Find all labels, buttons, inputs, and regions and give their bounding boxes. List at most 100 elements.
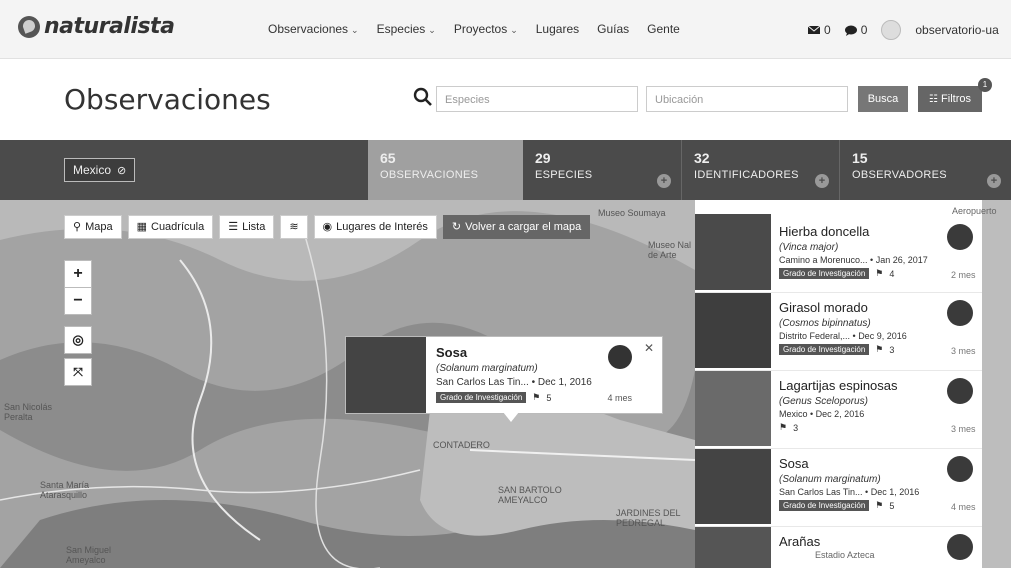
refresh-icon: ↻ [451,221,462,233]
layers-button[interactable]: ≋ [280,215,308,239]
quality-grade-badge: Grado de Investigación [779,344,870,355]
list-item[interactable]: Lagartijas espinosas (Genus Sceloporus) … [695,370,1011,449]
date: Jan 26, 2017 [875,255,928,265]
map-label: Museo Nal de Arte [648,240,692,260]
location-search-input[interactable]: Ubicación [646,86,848,112]
filters-label: Filtros [941,93,971,105]
date: Dec 9, 2016 [858,331,907,341]
quality-grade-badge: Grado de Investigación [779,500,870,511]
plus-icon: + [987,174,1001,188]
places-of-interest-button[interactable]: ◉ Lugares de Interés [313,215,437,239]
notifications-button[interactable]: 0 [844,23,867,37]
map-label: JARDINES DEL PEDREGAL [616,508,681,528]
observations-label: OBSERVACIONES [380,169,479,181]
scientific-name: (Cosmos bipinnatus) [779,318,871,329]
id-tag-icon: ⚑ [875,500,884,510]
grid-icon: ▦ [136,221,147,233]
map-view-button[interactable]: ⚲ Mapa [64,215,122,239]
menu-gente[interactable]: Gente [647,22,680,36]
observation-photo[interactable] [346,337,426,413]
species-count: 29 [535,150,551,166]
common-name[interactable]: Girasol morado [779,300,868,315]
envelope-icon [808,25,820,34]
popup-quality-row: Grado de Investigación ⚑ 5 [436,392,551,403]
logo-icon [18,15,40,38]
chevron-down-icon: ⌄ [351,25,359,35]
map-label: Aeropuerto [952,206,997,216]
list-item[interactable]: Arañas [695,526,1011,568]
user-avatar[interactable] [881,20,902,40]
menu-lugares[interactable]: Lugares [536,22,579,36]
menu-label: Especies [376,22,426,36]
filters-button[interactable]: ☷ Filtros [918,86,982,112]
list-item[interactable]: Hierba doncella (Vinca major) Camino a M… [695,214,1011,293]
map-edge-strip: Aeropuerto [952,200,1011,568]
observer-avatar[interactable] [947,224,973,250]
tool-label: Lugares de Interés [336,221,428,233]
place: Mexico [779,409,808,419]
close-circle-icon[interactable]: ⊘ [117,164,126,177]
list-icon: ☰ [228,221,239,233]
map-pin-icon: ⚲ [73,221,82,233]
popup-date: Dec 1, 2016 [537,377,592,388]
scientific-name: (Vinca major) [779,242,839,253]
list-item[interactable]: Girasol morado (Cosmos bipinnatus) Distr… [695,292,1011,371]
tab-identificadores[interactable]: 32 IDENTIFICADORES + [681,140,839,200]
popup-scientific-name: (Solanum marginatum) [436,363,538,374]
common-name[interactable]: Arañas [779,534,820,549]
grid-view-button[interactable]: ▦ Cuadrícula [127,215,214,239]
popup-common-name[interactable]: Sosa [436,345,467,360]
identifications-count: 3 [793,422,799,433]
date: Dec 1, 2016 [870,487,920,497]
chevron-down-icon: ⌄ [510,25,518,35]
quality-row: ⚑ 3 [779,422,798,433]
common-name[interactable]: Hierba doncella [779,224,869,239]
menu-label: Proyectos [453,22,508,36]
observers-count: 15 [852,150,868,166]
identifications-count: 5 [546,392,552,403]
tab-observaciones[interactable]: 65 OBSERVACIONES [368,140,523,200]
logo[interactable]: naturalista [18,14,175,39]
observer-avatar[interactable] [947,300,973,326]
observer-avatar[interactable] [947,378,973,404]
date: Dec 2, 2016 [815,409,865,419]
quality-grade-badge: Grado de Investigación [779,268,870,279]
list-view-button[interactable]: ☰ Lista [219,215,275,239]
layers-icon: ≋ [289,221,299,233]
place-filter-pill[interactable]: Mexico ⊘ [64,158,136,182]
menu-especies[interactable]: Especies ⌄ [377,22,436,36]
observer-avatar[interactable] [947,456,973,482]
menu-proyectos[interactable]: Proyectos ⌄ [454,22,518,36]
menu-label: Lugares [535,22,580,36]
time-ago: 2 mes [951,270,976,280]
locate-icon[interactable]: ◎ [64,326,92,354]
tab-observadores[interactable]: 15 OBSERVADORES + [839,140,1011,200]
tab-especies[interactable]: 29 ESPECIES + [523,140,681,200]
map-label: Museo Soumaya [598,208,666,218]
username-link[interactable]: observatorio-ua [915,23,998,37]
list-item[interactable]: Sosa (Solanum marginatum) San Carlos Las… [695,448,1011,527]
messages-button[interactable]: 0 [808,23,831,37]
menu-observaciones[interactable]: Observaciones ⌄ [268,22,359,36]
common-name[interactable]: Lagartijas espinosas [779,378,898,393]
zoom-in-button[interactable]: + [64,260,92,288]
common-name[interactable]: Sosa [779,456,809,471]
observer-avatar[interactable] [947,534,973,560]
observer-avatar[interactable] [608,345,632,369]
identifications-count: 4 [889,268,895,279]
search-button[interactable]: Busca [858,86,908,112]
menu-guias[interactable]: Guías [597,22,629,36]
tool-label: Cuadrícula [151,221,205,233]
scientific-name: (Solanum marginatum) [779,474,881,485]
time-ago: 3 mes [951,346,976,356]
species-search-input[interactable]: Especies [436,86,638,112]
quality-row: Grado de Investigación ⚑ 3 [779,344,894,355]
close-icon[interactable]: ✕ [644,341,654,355]
tool-label: Volver a cargar el mapa [465,221,582,233]
observation-popup[interactable]: Sosa (Solanum marginatum) San Carlos Las… [345,336,663,414]
fullscreen-icon[interactable]: ⤧ [64,358,92,386]
zoom-out-button[interactable]: − [64,287,92,315]
reload-map-button[interactable]: ↻ Volver a cargar el mapa [442,215,591,239]
map-label: Santa María Atarasquillo [40,480,90,500]
user-area: 0 0 observatorio-ua [808,20,999,40]
